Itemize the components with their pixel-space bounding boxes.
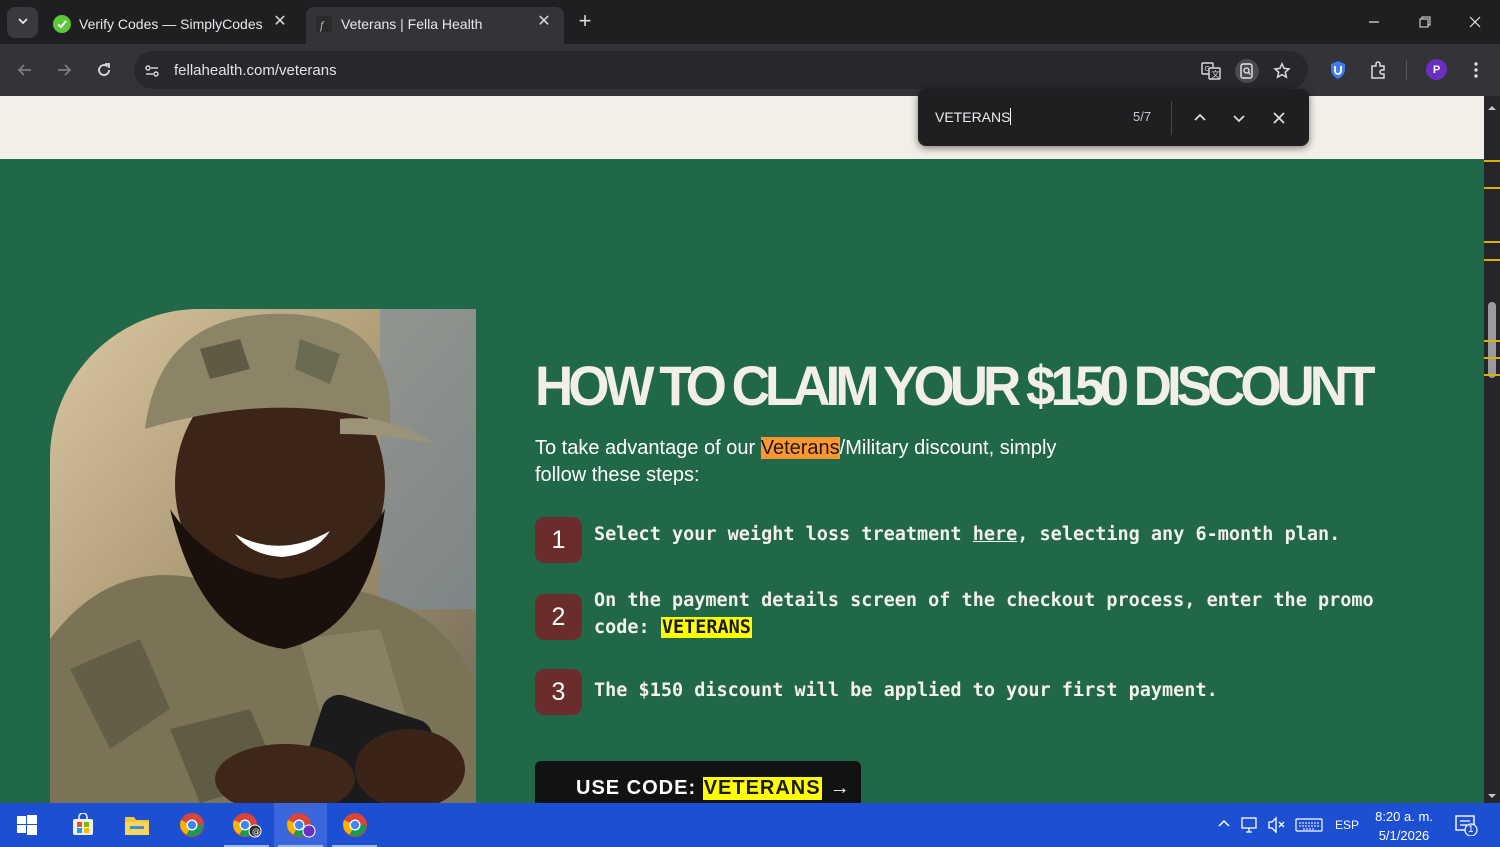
find-highlight: VETERANS xyxy=(660,617,752,638)
fella-favicon-icon: f xyxy=(315,15,333,33)
more-menu-icon[interactable] xyxy=(1464,58,1488,82)
step-number-badge: 1 xyxy=(535,517,582,563)
svg-text:文: 文 xyxy=(1212,69,1220,79)
find-result-marker xyxy=(1484,259,1500,261)
translate-icon[interactable]: 文G xyxy=(1200,60,1222,82)
find-next-button[interactable] xyxy=(1227,106,1251,130)
reload-button[interactable] xyxy=(92,58,116,82)
tab-search-button[interactable] xyxy=(7,7,38,38)
profile-avatar[interactable]: P xyxy=(1426,59,1447,80)
text-caret xyxy=(1010,108,1012,125)
find-close-button[interactable] xyxy=(1267,106,1291,130)
step-text: The $150 discount will be applied to you… xyxy=(594,680,1218,701)
find-result-marker xyxy=(1484,357,1500,359)
simplycodes-favicon-icon xyxy=(53,15,71,33)
keyboard-icon[interactable] xyxy=(1295,816,1323,837)
extensions-puzzle-icon[interactable] xyxy=(1366,58,1390,82)
bookmark-star-icon[interactable] xyxy=(1271,60,1293,82)
notification-count: 1 xyxy=(1468,824,1474,835)
close-tab-icon[interactable]: ✕ xyxy=(536,13,552,30)
restore-button[interactable] xyxy=(1405,8,1445,36)
clock-time: 8:20 a. m. xyxy=(1375,809,1433,824)
svg-text:G: G xyxy=(1205,65,1210,73)
find-result-marker xyxy=(1484,241,1500,243)
use-code-button[interactable]: USE CODE: VETERANS → xyxy=(535,761,861,803)
find-divider xyxy=(1171,101,1172,135)
network-icon[interactable] xyxy=(1241,816,1261,837)
page-headline: HOW TO CLAIM YOUR $150 DISCOUNT xyxy=(535,355,1375,418)
intro-text-before: To take advantage of our xyxy=(535,437,761,459)
page-viewport: HOW TO CLAIM YOUR $150 DISCOUNT To take … xyxy=(0,96,1484,803)
step-1: 1 Select your weight loss treatment here… xyxy=(535,517,1414,563)
page-scrollbar[interactable] xyxy=(1484,96,1500,803)
find-highlight-current: Veterans xyxy=(760,437,840,459)
file-explorer-icon[interactable] xyxy=(110,803,163,847)
screen: Verify Codes — SimplyCodes ✕ f Veterans … xyxy=(0,0,1500,847)
store-icon[interactable] xyxy=(56,803,109,847)
volume-muted-icon[interactable] xyxy=(1267,816,1287,837)
address-bar[interactable]: fellahealth.com/veterans 文G xyxy=(134,51,1308,89)
find-match-count: 5/7 xyxy=(1133,109,1152,124)
minimize-button[interactable] xyxy=(1354,8,1394,36)
notifications-icon[interactable]: 1 xyxy=(1454,814,1478,839)
find-result-marker xyxy=(1484,374,1500,376)
tab-strip: Verify Codes — SimplyCodes ✕ f Veterans … xyxy=(0,0,1500,44)
veteran-photo xyxy=(50,309,476,803)
start-button[interactable] xyxy=(0,803,53,847)
tab-title: Verify Codes — SimplyCodes xyxy=(79,16,263,32)
toolbar-separator xyxy=(1406,60,1407,80)
tab-fella-health[interactable]: f Veterans | Fella Health ✕ xyxy=(306,7,564,44)
tray-overflow-icon[interactable] xyxy=(1217,816,1231,833)
chrome-profile-p-icon[interactable] xyxy=(274,803,327,847)
windows-taskbar: @ ESP 8:20 a. m. 5/1/2026 1 xyxy=(0,803,1500,847)
forward-button[interactable] xyxy=(52,58,76,82)
tab-simplycodes[interactable]: Verify Codes — SimplyCodes ✕ xyxy=(44,7,300,44)
chrome-profile-icon[interactable] xyxy=(328,803,381,847)
step-text-part: , selecting any 6-month plan. xyxy=(1017,524,1341,545)
step-3: 3 The $150 discount will be applied to y… xyxy=(535,669,1414,715)
svg-text:@: @ xyxy=(252,827,260,836)
site-settings-icon[interactable] xyxy=(141,60,163,82)
shield-extension-icon[interactable] xyxy=(1326,58,1350,82)
system-clock[interactable]: 8:20 a. m. 5/1/2026 xyxy=(1365,807,1443,845)
step-text-part: Select your weight loss treatment xyxy=(594,524,973,545)
step-number-badge: 3 xyxy=(535,669,582,715)
language-indicator[interactable]: ESP xyxy=(1335,818,1359,832)
lens-search-icon[interactable] xyxy=(1235,59,1259,83)
find-highlight: VETERANS xyxy=(702,777,822,800)
cta-prefix: USE CODE: xyxy=(576,777,703,799)
step-text: On the payment details screen of the che… xyxy=(594,587,1414,641)
arrow-right-icon: → xyxy=(829,777,851,799)
scroll-down-icon[interactable] xyxy=(1487,788,1497,798)
find-result-marker xyxy=(1484,187,1500,189)
find-result-marker xyxy=(1484,160,1500,162)
step-text: Select your weight loss treatment here, … xyxy=(594,517,1414,548)
find-input[interactable]: VETERANS xyxy=(935,108,1012,125)
scroll-up-icon[interactable] xyxy=(1487,100,1497,110)
close-tab-icon[interactable]: ✕ xyxy=(272,13,288,30)
tab-title: Veterans | Fella Health xyxy=(341,16,483,32)
treatment-link[interactable]: here xyxy=(973,524,1018,545)
clock-date: 5/1/2026 xyxy=(1378,828,1430,843)
find-query: VETERANS xyxy=(935,109,1011,125)
chrome-profile-icon[interactable]: @ xyxy=(220,803,273,847)
find-previous-button[interactable] xyxy=(1188,106,1212,130)
find-result-marker xyxy=(1484,340,1500,342)
close-window-button[interactable] xyxy=(1455,8,1495,36)
chevron-down-icon xyxy=(17,14,29,32)
step-number-badge: 2 xyxy=(535,594,582,640)
back-button[interactable] xyxy=(13,58,37,82)
step-2: 2 On the payment details screen of the c… xyxy=(535,590,1414,641)
find-bar: VETERANS 5/7 xyxy=(918,89,1309,146)
url-text: fellahealth.com/veterans xyxy=(174,62,337,79)
new-tab-button[interactable]: + xyxy=(574,10,596,33)
chrome-icon[interactable] xyxy=(165,803,218,847)
intro-paragraph: To take advantage of our Veterans/Milita… xyxy=(535,435,1095,489)
